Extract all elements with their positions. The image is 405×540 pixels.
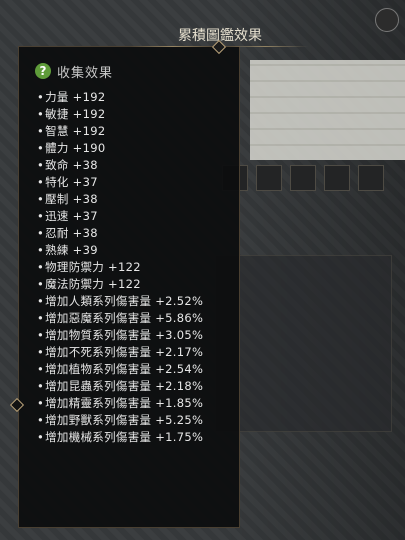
stat-item: •忍耐 +38: [37, 225, 203, 242]
stat-text: 迅速 +37: [45, 209, 98, 223]
stat-item: •增加人類系列傷害量 +2.52%: [37, 293, 203, 310]
bullet-icon: •: [37, 226, 45, 240]
background-map: [250, 60, 405, 160]
stat-text: 敏捷 +192: [45, 107, 106, 121]
background-icon-row: [222, 165, 402, 191]
stat-text: 增加不死系列傷害量 +2.17%: [45, 345, 204, 359]
stat-item: •增加植物系列傷害量 +2.54%: [37, 361, 203, 378]
bullet-icon: •: [37, 243, 45, 257]
stat-text: 增加惡魔系列傷害量 +5.86%: [45, 311, 204, 325]
stat-text: 增加物質系列傷害量 +3.05%: [45, 328, 204, 342]
stat-text: 致命 +38: [45, 158, 98, 172]
stat-item: •特化 +37: [37, 174, 203, 191]
stat-item: •物理防禦力 +122: [37, 259, 203, 276]
stat-item: •敏捷 +192: [37, 106, 203, 123]
stat-item: •增加精靈系列傷害量 +1.85%: [37, 395, 203, 412]
stat-text: 力量 +192: [45, 90, 106, 104]
bullet-icon: •: [37, 294, 45, 308]
bullet-icon: •: [37, 141, 45, 155]
bullet-icon: •: [37, 362, 45, 376]
stat-text: 熟練 +39: [45, 243, 98, 257]
stat-text: 物理防禦力 +122: [45, 260, 141, 274]
stat-text: 特化 +37: [45, 175, 98, 189]
background-panel: [215, 255, 392, 432]
title-divider-left: [130, 46, 216, 47]
stat-text: 體力 +190: [45, 141, 106, 155]
bullet-icon: •: [37, 90, 45, 104]
background-slot: [324, 165, 350, 191]
bullet-icon: •: [37, 311, 45, 325]
bullet-icon: •: [37, 413, 45, 427]
section-header: ? 收集效果: [35, 60, 113, 82]
bullet-icon: •: [37, 124, 45, 138]
stat-item: •智慧 +192: [37, 123, 203, 140]
background-slot: [256, 165, 282, 191]
stat-text: 壓制 +38: [45, 192, 98, 206]
bullet-icon: •: [37, 379, 45, 393]
bullet-icon: •: [37, 277, 45, 291]
bullet-icon: •: [37, 260, 45, 274]
stat-item: •增加物質系列傷害量 +3.05%: [37, 327, 203, 344]
stat-item: •增加不死系列傷害量 +2.17%: [37, 344, 203, 361]
bullet-icon: •: [37, 396, 45, 410]
bullet-icon: •: [37, 209, 45, 223]
stat-item: •增加機械系列傷害量 +1.75%: [37, 429, 203, 446]
background-slot: [358, 165, 384, 191]
bullet-icon: •: [37, 158, 45, 172]
stat-item: •增加昆蟲系列傷害量 +2.18%: [37, 378, 203, 395]
bullet-icon: •: [37, 430, 45, 444]
background-slot: [290, 165, 316, 191]
bullet-icon: •: [37, 107, 45, 121]
stat-item: •迅速 +37: [37, 208, 203, 225]
stat-item: •致命 +38: [37, 157, 203, 174]
stat-item: •壓制 +38: [37, 191, 203, 208]
help-icon[interactable]: ?: [35, 63, 51, 79]
stat-text: 增加昆蟲系列傷害量 +2.18%: [45, 379, 204, 393]
stat-text: 魔法防禦力 +122: [45, 277, 141, 291]
stat-item: •增加野獸系列傷害量 +5.25%: [37, 412, 203, 429]
stat-text: 智慧 +192: [45, 124, 106, 138]
stat-text: 增加精靈系列傷害量 +1.85%: [45, 396, 204, 410]
bullet-icon: •: [37, 345, 45, 359]
stat-item: •體力 +190: [37, 140, 203, 157]
stat-item: •力量 +192: [37, 89, 203, 106]
stat-text: 增加機械系列傷害量 +1.75%: [45, 430, 204, 444]
stat-item: •熟練 +39: [37, 242, 203, 259]
stat-text: 增加植物系列傷害量 +2.54%: [45, 362, 204, 376]
stat-text: 增加人類系列傷害量 +2.52%: [45, 294, 204, 308]
stat-item: •增加惡魔系列傷害量 +5.86%: [37, 310, 203, 327]
stat-item: •魔法防禦力 +122: [37, 276, 203, 293]
close-icon[interactable]: [375, 8, 399, 32]
title-divider-right: [222, 46, 308, 47]
bullet-icon: •: [37, 328, 45, 342]
bullet-icon: •: [37, 175, 45, 189]
stat-text: 忍耐 +38: [45, 226, 98, 240]
bullet-icon: •: [37, 192, 45, 206]
section-title: 收集效果: [57, 65, 114, 81]
stat-list: •力量 +192 •敏捷 +192 •智慧 +192 •體力 +190 •致命 +38 •…: [37, 89, 203, 446]
stat-text: 增加野獸系列傷害量 +5.25%: [45, 413, 204, 427]
